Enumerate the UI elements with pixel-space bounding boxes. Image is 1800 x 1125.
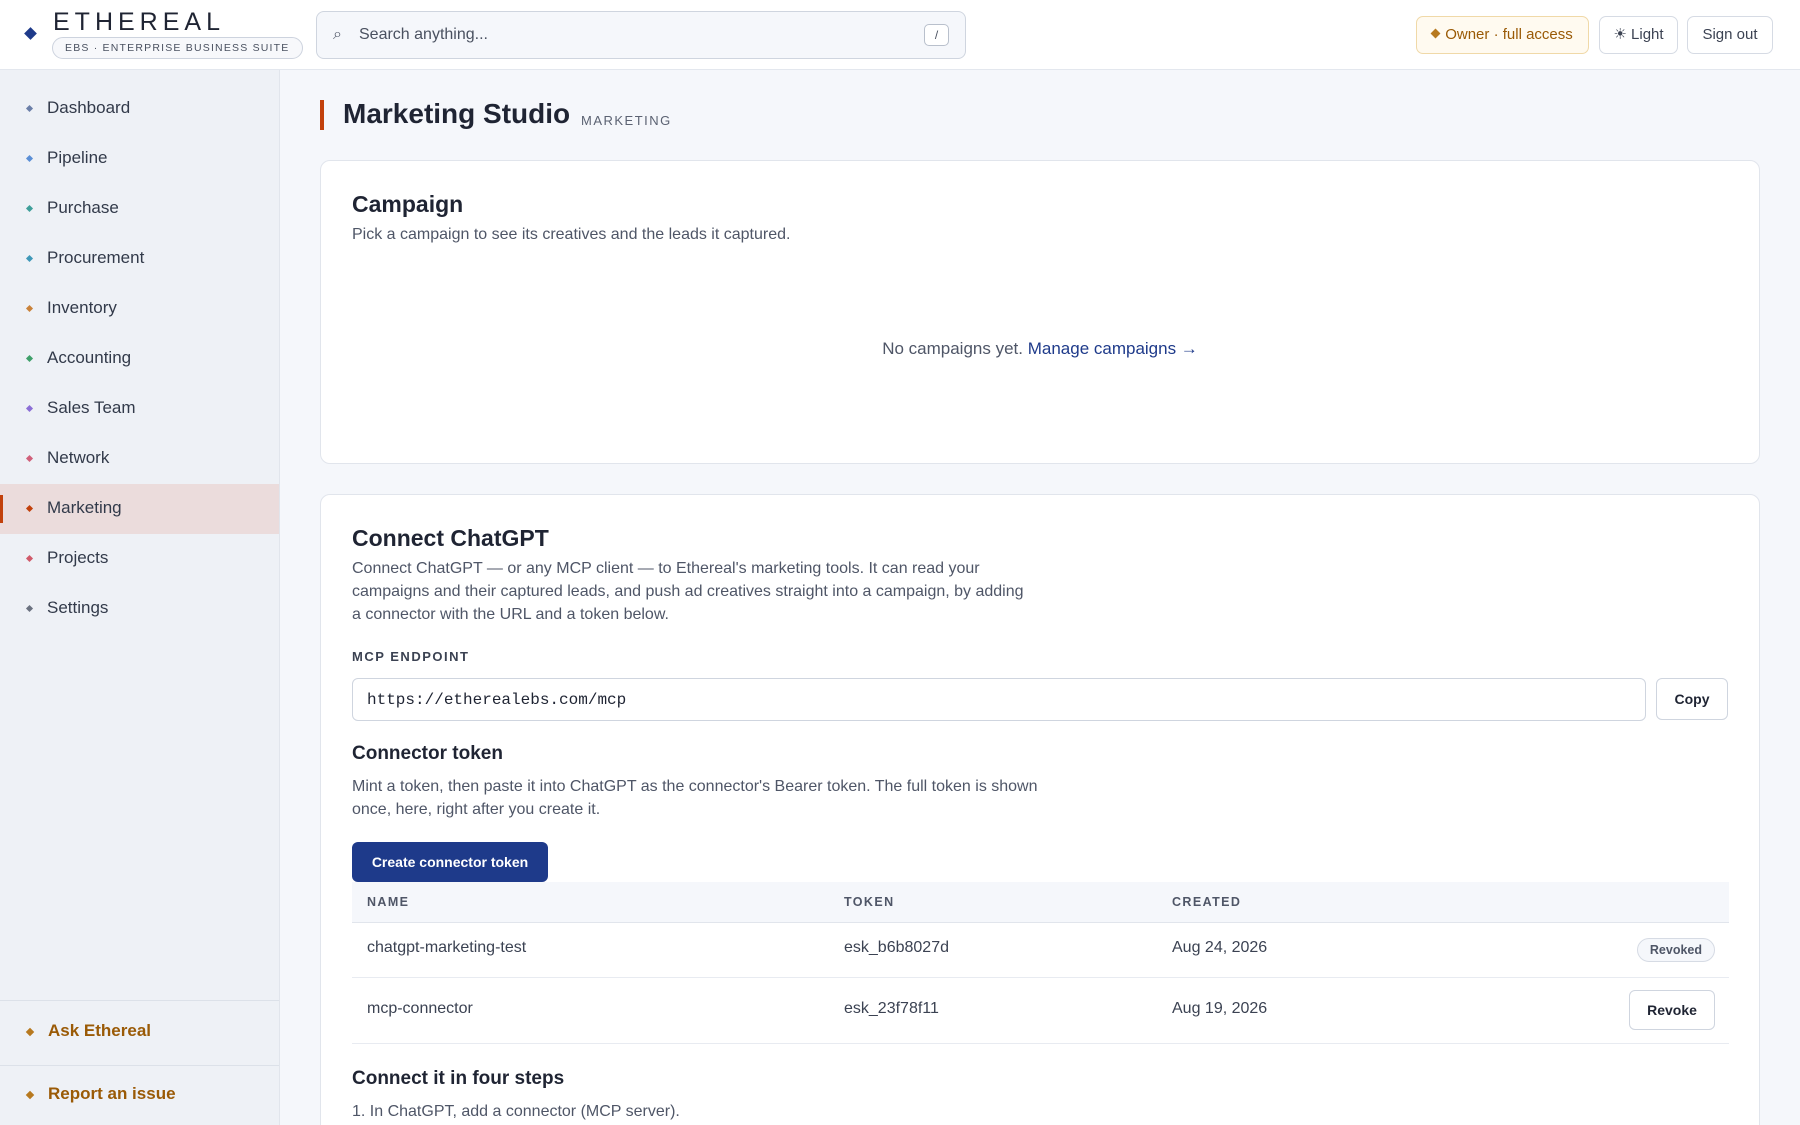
- diamond-icon: [1430, 28, 1441, 39]
- brand-subtitle: EBS · ENTERPRISE BUSINESS SUITE: [52, 37, 303, 59]
- empty-text: No campaigns yet.: [882, 339, 1023, 358]
- sidebar-item-settings[interactable]: Settings: [0, 584, 279, 634]
- campaign-empty-state: No campaigns yet. Manage campaigns →: [321, 339, 1759, 359]
- page-title: Marketing Studio: [343, 98, 571, 129]
- mcp-endpoint-field[interactable]: [352, 678, 1646, 721]
- page-section-tag: MARKETING: [581, 113, 672, 128]
- connect-description: Connect ChatGPT — or any MCP client — to…: [352, 560, 1024, 623]
- diamond-icon: [25, 1027, 35, 1037]
- bullet-icon: [25, 154, 34, 163]
- token-created: Aug 24, 2026: [1172, 939, 1268, 956]
- bullet-icon: [25, 504, 34, 513]
- connect-title: Connect ChatGPT: [352, 525, 549, 551]
- diamond-icon: [25, 1090, 35, 1100]
- token-name: mcp-connector: [367, 1000, 473, 1017]
- sidebar-item-dashboard[interactable]: Dashboard: [0, 84, 279, 134]
- token-value: esk_23f78f11: [844, 1000, 939, 1017]
- search-input[interactable]: [359, 21, 879, 49]
- connect-chatgpt-card: Connect ChatGPT Connect ChatGPT — or any…: [320, 494, 1760, 1125]
- campaign-card: Campaign Pick a campaign to see its crea…: [320, 160, 1760, 464]
- token-name: chatgpt-marketing-test: [367, 939, 527, 956]
- sidebar-divider: [0, 1000, 279, 1001]
- sidebar-item-inventory[interactable]: Inventory: [0, 284, 279, 334]
- sidebar-divider: [0, 1065, 279, 1066]
- bullet-icon: [25, 204, 34, 213]
- copy-endpoint-button[interactable]: Copy: [1656, 678, 1728, 720]
- column-header-name: NAME: [367, 895, 410, 909]
- steps-title: Connect it in four steps: [352, 1068, 565, 1089]
- role-badge-button[interactable]: Owner · full access: [1416, 16, 1589, 54]
- sidebar-item-network[interactable]: Network: [0, 434, 279, 484]
- sidebar: Dashboard Pipeline Purchase Procurement …: [0, 70, 280, 1125]
- bullet-icon: [25, 554, 34, 563]
- theme-toggle-button[interactable]: ☀ Light: [1599, 16, 1678, 54]
- revoke-token-button[interactable]: Revoke: [1629, 990, 1715, 1030]
- bullet-icon: [25, 454, 34, 463]
- bullet-icon: [25, 354, 34, 363]
- bullet-icon: [25, 104, 34, 113]
- table-row: chatgpt-marketing-test esk_b6b8027d Aug …: [352, 923, 1729, 978]
- sidebar-item-sales-team[interactable]: Sales Team: [0, 384, 279, 434]
- token-created: Aug 19, 2026: [1172, 1000, 1268, 1017]
- table-header: NAME TOKEN CREATED: [352, 882, 1729, 923]
- table-row: mcp-connector esk_23f78f11 Aug 19, 2026 …: [352, 978, 1729, 1044]
- campaign-title: Campaign: [352, 191, 464, 217]
- search-icon: ⌕: [333, 26, 342, 43]
- ask-ethereal-link[interactable]: Ask Ethereal: [0, 1007, 279, 1057]
- report-issue-link[interactable]: Report an issue: [0, 1070, 279, 1120]
- brand-name: ETHEREAL: [53, 8, 225, 36]
- search-box[interactable]: ⌕ /: [316, 11, 966, 59]
- column-header-token: TOKEN: [844, 895, 895, 909]
- sidebar-item-pipeline[interactable]: Pipeline: [0, 134, 279, 184]
- step-item: 1. In ChatGPT, add a connector (MCP serv…: [352, 1103, 680, 1120]
- manage-campaigns-link[interactable]: Manage campaigns →: [1028, 339, 1198, 358]
- endpoint-label: MCP ENDPOINT: [352, 649, 470, 664]
- sidebar-item-marketing[interactable]: Marketing: [0, 484, 279, 534]
- role-label: Owner · full access: [1445, 26, 1573, 43]
- revoked-status-badge: Revoked: [1636, 938, 1715, 962]
- token-description: Mint a token, then paste it into ChatGPT…: [352, 778, 1038, 818]
- column-header-created: CREATED: [1172, 895, 1242, 909]
- brand-logo-icon: [24, 27, 37, 40]
- search-shortcut-hint: /: [924, 24, 949, 46]
- token-value: esk_b6b8027d: [844, 939, 949, 956]
- bullet-icon: [25, 604, 34, 613]
- top-bar: ETHEREAL EBS · ENTERPRISE BUSINESS SUITE…: [0, 0, 1800, 70]
- sidebar-item-purchase[interactable]: Purchase: [0, 184, 279, 234]
- bullet-icon: [25, 404, 34, 413]
- bullet-icon: [25, 304, 34, 313]
- create-token-button[interactable]: Create connector token: [352, 842, 548, 882]
- sidebar-item-projects[interactable]: Projects: [0, 534, 279, 584]
- token-section-title: Connector token: [352, 743, 503, 764]
- sidebar-item-accounting[interactable]: Accounting: [0, 334, 279, 384]
- campaign-description: Pick a campaign to see its creatives and…: [352, 226, 791, 243]
- sidebar-item-procurement[interactable]: Procurement: [0, 234, 279, 284]
- bullet-icon: [25, 254, 34, 263]
- sign-out-button[interactable]: Sign out: [1687, 16, 1773, 54]
- accent-bar: [320, 100, 324, 130]
